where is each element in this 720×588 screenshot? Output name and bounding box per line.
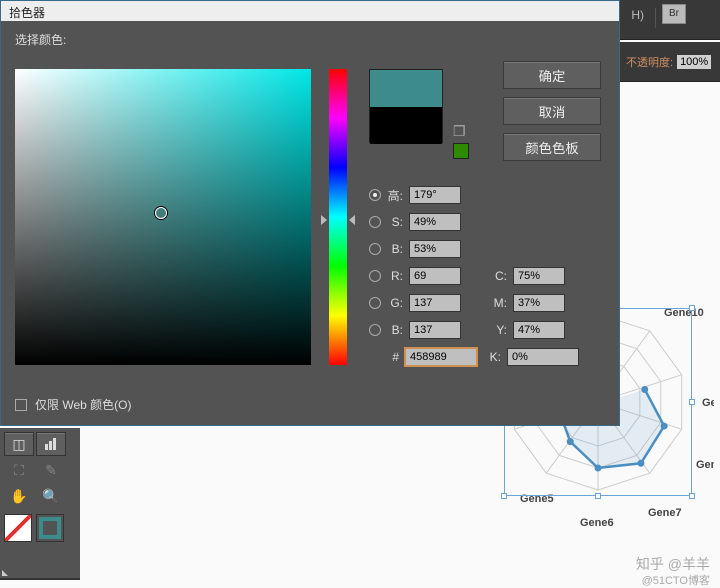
- watermark-source: @51CTO博客: [642, 572, 710, 588]
- y-label: Y:: [493, 323, 507, 337]
- m-label: M:: [493, 296, 507, 310]
- websafe-color-swatch[interactable]: [453, 143, 469, 159]
- radio-hue[interactable]: [369, 189, 381, 201]
- c-label: C:: [493, 269, 507, 283]
- radio-bri[interactable]: [369, 243, 381, 255]
- cancel-button[interactable]: 取消: [503, 97, 601, 125]
- b2-label: B:: [387, 323, 403, 337]
- tool-zoom-icon[interactable]: 🔍: [36, 484, 66, 508]
- web-only-label: 仅限 Web 颜色(O): [35, 396, 131, 413]
- b-label: B:: [387, 242, 403, 256]
- color-swatch-compare: [369, 69, 443, 143]
- c-input[interactable]: [513, 267, 565, 285]
- ok-button[interactable]: 确定: [503, 61, 601, 89]
- fill-swatch[interactable]: [36, 514, 64, 542]
- opacity-label: 不透明度:: [626, 54, 673, 70]
- resize-handle[interactable]: [595, 493, 601, 499]
- toolbox: ◫ ⛶ ✎ ✋ 🔍: [0, 428, 80, 580]
- radio-sat[interactable]: [369, 216, 381, 228]
- s-input[interactable]: [409, 213, 461, 231]
- h-label: 高:: [387, 187, 403, 204]
- tool-slice-icon[interactable]: ✎: [36, 458, 66, 482]
- b2-input[interactable]: [409, 321, 461, 339]
- resize-handle[interactable]: [689, 305, 695, 311]
- resize-handle[interactable]: [501, 493, 507, 499]
- watermark: 知乎 @羊羊: [636, 554, 710, 574]
- hex-label: #: [369, 350, 399, 364]
- sv-marker[interactable]: [155, 207, 167, 219]
- b-input[interactable]: [409, 240, 461, 258]
- h-input[interactable]: [409, 186, 461, 204]
- svg-text:Gene6: Gene6: [580, 517, 614, 529]
- resize-handle[interactable]: [689, 493, 695, 499]
- r-label: R:: [387, 269, 403, 283]
- stroke-swatch-none[interactable]: [4, 514, 32, 542]
- y-input[interactable]: [513, 321, 565, 339]
- tool-chart-icon[interactable]: [36, 432, 66, 456]
- opacity-value[interactable]: 100%: [677, 55, 711, 69]
- resize-handle[interactable]: [689, 399, 695, 405]
- tool-artboard-icon[interactable]: ⛶: [4, 458, 34, 482]
- svg-text:Gene7: Gene7: [648, 507, 682, 519]
- m-input[interactable]: [513, 294, 565, 312]
- toolbox-expand-icon[interactable]: [2, 570, 8, 576]
- radio-r[interactable]: [369, 270, 381, 282]
- hex-input[interactable]: [405, 348, 477, 366]
- tool-hand-icon[interactable]: ✋: [4, 484, 34, 508]
- 3d-cube-icon[interactable]: ❒: [453, 123, 466, 140]
- k-input[interactable]: [507, 348, 579, 366]
- toolbar-divider: [655, 8, 656, 28]
- hue-slider[interactable]: [329, 69, 347, 365]
- host-menu-fragment: H): [631, 8, 644, 22]
- k-label: K:: [487, 350, 501, 364]
- s-label: S:: [387, 215, 403, 229]
- color-swatches-button[interactable]: 颜色色板: [503, 133, 601, 161]
- color-picker-dialog: 拾色器 选择颜色: ❒ 确定 取消 颜色色板 高:: [0, 0, 620, 426]
- swatch-new-color: [370, 70, 442, 107]
- g-label: G:: [387, 296, 403, 310]
- radio-b2[interactable]: [369, 324, 381, 336]
- bridge-button[interactable]: Br: [662, 4, 686, 24]
- hue-thumb-left: [321, 215, 327, 225]
- web-only-checkbox[interactable]: [15, 399, 27, 411]
- select-color-label: 选择颜色:: [15, 31, 605, 48]
- swatch-old-color[interactable]: [370, 107, 442, 144]
- saturation-value-field[interactable]: [15, 69, 311, 365]
- svg-text:Gene9: Gene9: [702, 397, 714, 409]
- radio-g[interactable]: [369, 297, 381, 309]
- hue-thumb-right: [349, 215, 355, 225]
- tool-crop-icon[interactable]: ◫: [4, 432, 34, 456]
- g-input[interactable]: [409, 294, 461, 312]
- dialog-title: 拾色器: [1, 1, 619, 21]
- svg-text:Gene8: Gene8: [696, 459, 714, 471]
- r-input[interactable]: [409, 267, 461, 285]
